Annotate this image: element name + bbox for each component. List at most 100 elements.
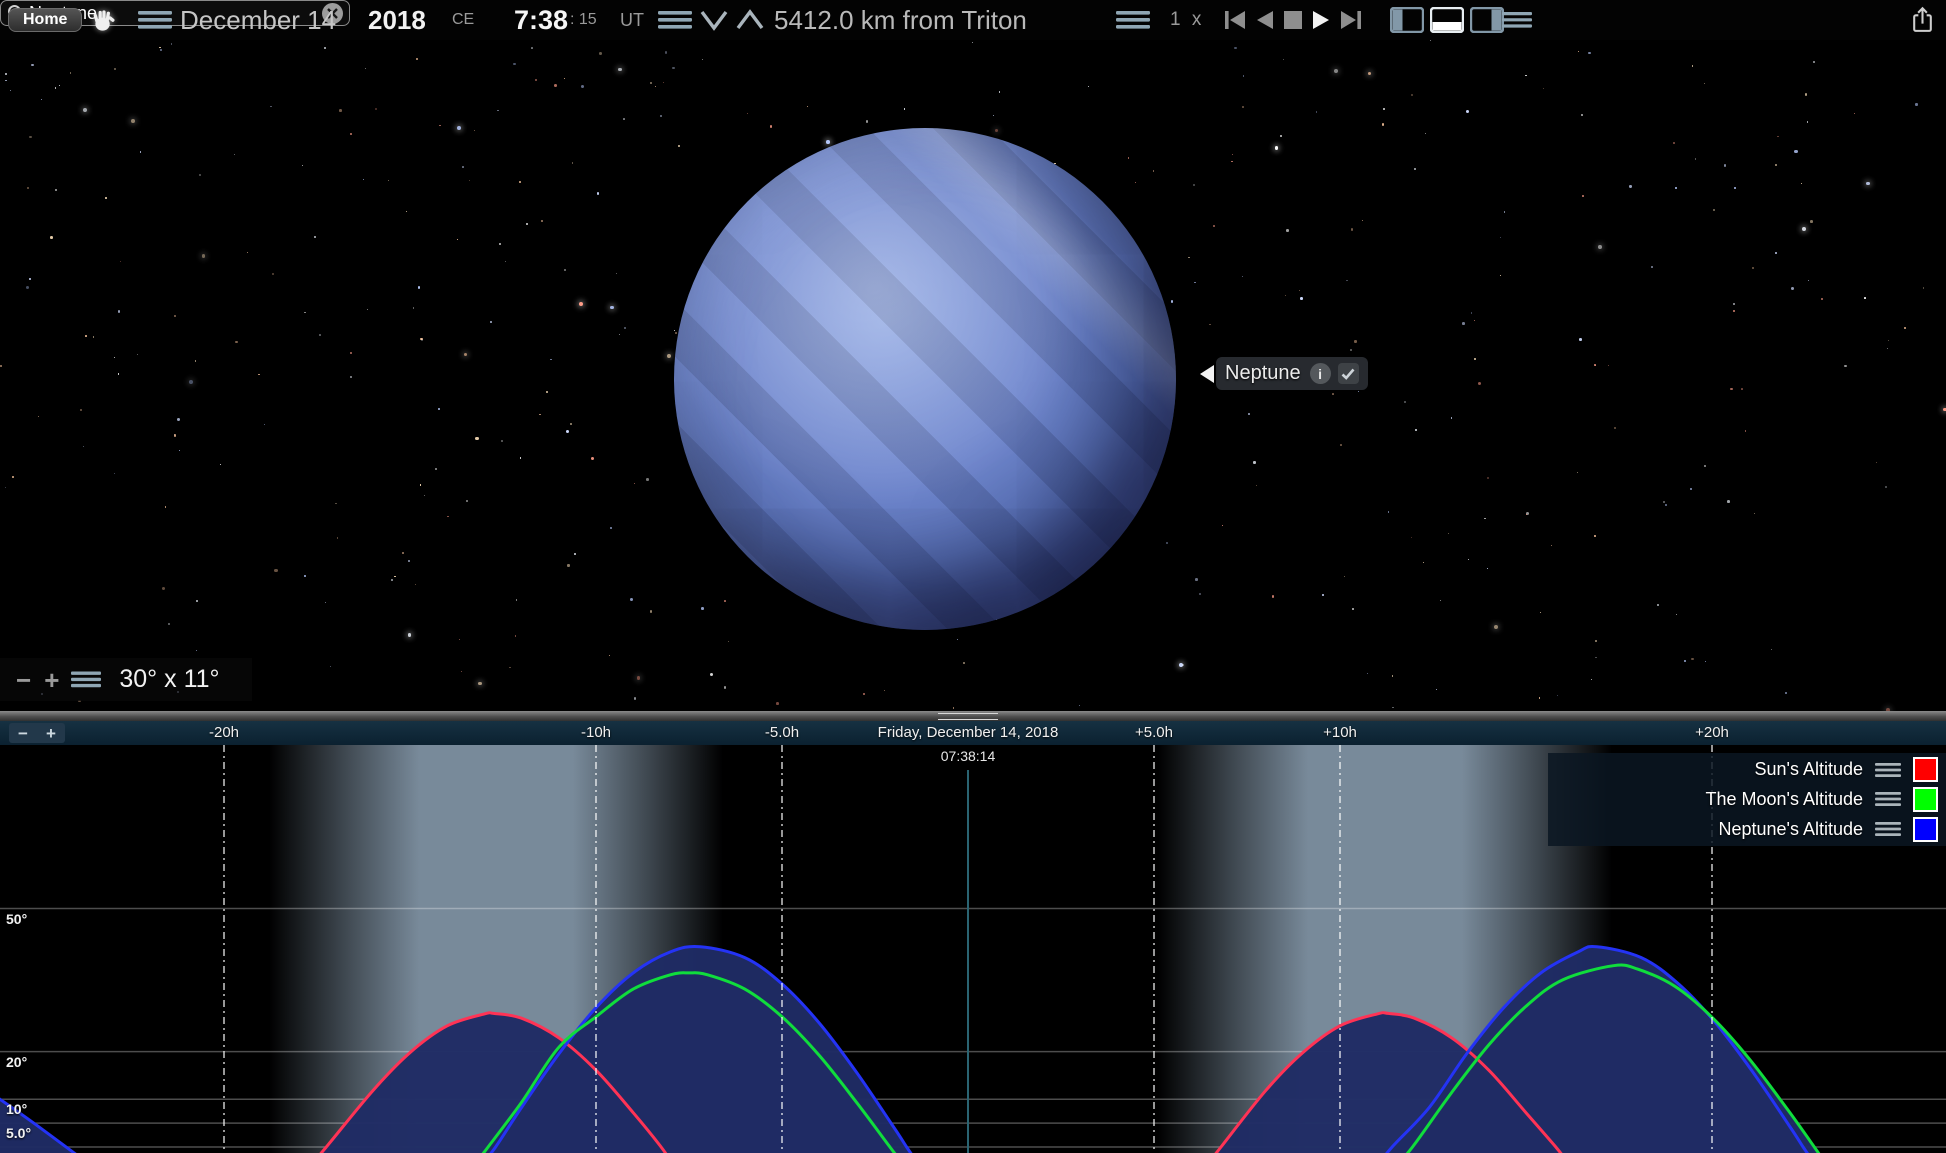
star	[270, 106, 272, 108]
legend-row: Sun's Altitude	[1548, 757, 1946, 783]
star	[1582, 195, 1584, 197]
star	[83, 446, 84, 447]
sky-view[interactable]: Neptune i − + 30° x 11°	[0, 40, 1946, 711]
star	[599, 52, 602, 55]
star	[637, 676, 641, 680]
star	[665, 51, 668, 54]
legend-color-swatch[interactable]	[1913, 757, 1938, 782]
star	[1802, 227, 1806, 231]
selection-checkbox[interactable]	[1338, 363, 1359, 384]
star	[1350, 349, 1352, 351]
star	[963, 662, 965, 664]
star	[1713, 209, 1715, 211]
star	[1676, 614, 1678, 616]
star	[1478, 382, 1481, 385]
star	[554, 84, 557, 87]
date-year-label[interactable]: 2018	[368, 0, 426, 40]
distance-label[interactable]: 5412.0 km from Triton	[774, 0, 1027, 40]
left-panel-toggle-icon[interactable]	[1390, 7, 1424, 33]
star	[26, 286, 29, 289]
star	[1754, 513, 1756, 515]
star	[1500, 275, 1501, 276]
legend-color-swatch[interactable]	[1913, 817, 1938, 842]
star	[1242, 276, 1243, 277]
star	[776, 702, 779, 705]
legend-menu-icon[interactable]	[1875, 763, 1901, 777]
skip-forward-icon[interactable]	[1340, 10, 1362, 30]
star	[1734, 187, 1736, 189]
star	[995, 129, 999, 133]
home-button[interactable]: Home	[8, 8, 82, 32]
panel-divider[interactable]	[0, 711, 1946, 721]
skip-back-icon[interactable]	[1224, 10, 1246, 30]
star	[220, 464, 221, 465]
legend-menu-icon[interactable]	[1875, 822, 1901, 836]
info-button[interactable]: i	[1310, 363, 1331, 384]
star	[1864, 297, 1866, 299]
star	[363, 179, 364, 180]
time-flow-menu-icon[interactable]	[1116, 0, 1150, 40]
star	[1471, 312, 1472, 313]
fov-label: 30° x 11°	[119, 665, 219, 694]
right-panel-toggle-icon[interactable]	[1470, 7, 1504, 33]
legend-label: Sun's Altitude	[1754, 759, 1863, 780]
date-day-label[interactable]: December 14	[180, 0, 336, 40]
star	[581, 85, 584, 88]
play-icon[interactable]	[1312, 10, 1330, 30]
search-menu-icon[interactable]	[1502, 0, 1532, 40]
fov-menu-icon[interactable]	[71, 671, 101, 688]
graph-zoom-out-button[interactable]: −	[18, 725, 28, 742]
star	[258, 374, 260, 376]
star	[1280, 135, 1283, 138]
planet-neptune[interactable]	[674, 128, 1176, 630]
star	[1316, 111, 1318, 113]
time-label[interactable]: 7:38	[514, 0, 568, 40]
star	[619, 334, 620, 335]
star	[1346, 280, 1348, 282]
star	[646, 478, 649, 481]
star	[884, 690, 885, 691]
chevron-down-icon[interactable]	[700, 0, 728, 40]
star	[572, 162, 574, 164]
star	[1557, 695, 1559, 697]
star	[1135, 182, 1136, 183]
y-tick-label: 5.0°	[6, 1125, 31, 1141]
viewer-menu-icon[interactable]	[658, 0, 692, 40]
star	[416, 58, 418, 60]
reverse-icon[interactable]	[1256, 10, 1274, 30]
divider-grip[interactable]	[938, 713, 998, 720]
star	[55, 189, 57, 191]
date-menu-icon[interactable]	[138, 0, 172, 40]
zoom-out-button[interactable]: −	[16, 667, 31, 693]
star	[770, 125, 773, 128]
star	[807, 106, 808, 107]
star	[1595, 365, 1597, 367]
target-name-label[interactable]: Neptune	[1225, 362, 1301, 385]
graph-zoom-in-button[interactable]: +	[46, 725, 56, 742]
star	[1821, 298, 1823, 300]
star	[579, 302, 583, 306]
share-icon[interactable]	[1910, 0, 1935, 40]
star	[105, 197, 107, 199]
star	[1704, 83, 1706, 85]
star	[1344, 576, 1345, 577]
star	[55, 87, 56, 88]
bottom-panel-toggle-icon[interactable]	[1430, 7, 1464, 33]
legend-color-swatch[interactable]	[1913, 787, 1938, 812]
legend-label: The Moon's Altitude	[1705, 789, 1863, 810]
chevron-up-icon[interactable]	[736, 0, 764, 40]
star	[513, 63, 515, 65]
zoom-in-button[interactable]: +	[44, 667, 59, 693]
star	[1425, 133, 1426, 134]
star	[1322, 594, 1324, 596]
star	[655, 86, 656, 87]
star	[1231, 161, 1232, 162]
star	[406, 211, 407, 212]
star	[337, 537, 338, 538]
pan-hand-icon[interactable]	[90, 0, 116, 40]
legend-menu-icon[interactable]	[1875, 792, 1901, 806]
fov-toolbar: − + 30° x 11°	[0, 658, 252, 701]
star	[1866, 182, 1870, 186]
stop-icon[interactable]	[1284, 11, 1302, 29]
star	[1691, 658, 1693, 660]
